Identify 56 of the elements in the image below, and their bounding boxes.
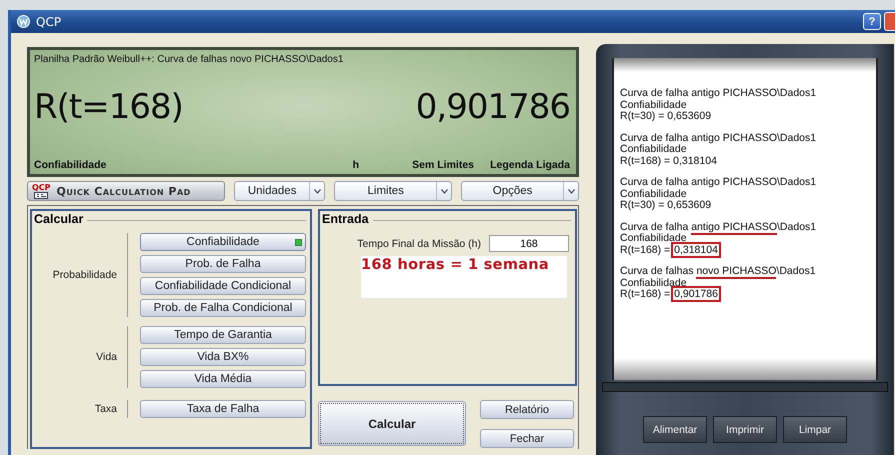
close-button[interactable] xyxy=(884,12,895,31)
calculation-toggle-button[interactable]: Vida Média xyxy=(140,370,306,388)
group-title: Calcular xyxy=(34,212,84,226)
calculation-toggle-button[interactable]: Taxa de Falha xyxy=(140,400,306,418)
source-label: Planilha Padrão Weibull++: Curva de falhas novo PICHASSO\Dados1 xyxy=(34,54,344,65)
entry-measure-text: Confiabilidade xyxy=(620,188,688,200)
group-title: Entrada xyxy=(322,212,369,226)
calculation-toggle-button[interactable]: Prob. de Falha Condicional xyxy=(140,299,306,317)
tape-button[interactable]: Limpar xyxy=(783,416,847,443)
expression-text: R(t=168) xyxy=(34,87,183,127)
entry-source-text: Curva de falha antigo PICHASSO\Dados1 xyxy=(620,222,818,233)
entry-result-text: R(t=168) = 0,318104 xyxy=(620,156,718,167)
entry-measure-text: Confiabilidade xyxy=(620,233,688,244)
group-label: Vida xyxy=(96,351,117,363)
caret-icon xyxy=(568,188,575,194)
entry-source-text: Curva de falha antigo PICHASSO\Dados1 xyxy=(620,177,818,188)
group-label: Taxa xyxy=(94,403,117,415)
entry-result-text: R(t=30) = 0,653609 xyxy=(620,111,712,122)
dropdown-button[interactable]: Limites xyxy=(334,181,452,201)
tape-button[interactable]: Alimentar xyxy=(643,416,707,443)
entry-result-text: R(t=168) = 0,318104 xyxy=(620,244,870,256)
status-label: Legenda Ligada xyxy=(489,159,570,171)
caret-icon xyxy=(314,188,321,194)
entry-result-text: R(t=168) = 0,901786 xyxy=(620,289,870,300)
dropdown-button[interactable]: Unidades xyxy=(234,181,326,201)
entry-source-text: Curva de falha antigo PICHASSO\Dados1 xyxy=(620,88,818,100)
dropdown-button[interactable]: Opções xyxy=(461,181,580,201)
calculate-button[interactable]: Calcular xyxy=(318,401,466,446)
field-label: Tempo Final da Missão (h) xyxy=(357,238,481,250)
app-icon xyxy=(17,15,30,28)
entry-measure-text: Confiabilidade xyxy=(620,144,688,156)
annotation-note: 168 horas = 1 semana xyxy=(361,257,550,273)
report-button[interactable]: Relatório xyxy=(480,400,574,419)
status-label: Confiabilidade xyxy=(34,159,108,171)
entry-result-text: R(t=30) = 0,653609 xyxy=(620,200,712,212)
window-title: QCP xyxy=(36,14,62,28)
qcp-logo: QCP xyxy=(32,184,51,198)
mission-time-field[interactable]: 168 xyxy=(489,235,569,252)
calculation-toggle-button[interactable]: Prob. de Falha xyxy=(140,255,306,273)
help-button[interactable]: ? xyxy=(863,13,881,30)
calculation-toggle-button[interactable]: Tempo de Garantia xyxy=(140,326,306,344)
calculation-toggle-button[interactable]: Confiabilidade Condicional xyxy=(140,277,306,295)
entry-measure-text: Confiabilidade xyxy=(620,100,688,111)
result-value: 0,901786 xyxy=(416,87,570,127)
status-label: Sem Limites xyxy=(411,159,474,171)
status-label: h xyxy=(352,159,359,171)
close-button[interactable]: Fechar xyxy=(480,429,574,448)
group-label: Probabilidade xyxy=(52,269,117,281)
caret-icon xyxy=(440,188,448,194)
entry-measure-text: Confiabilidade xyxy=(620,278,688,289)
entry-source-text: Curva de falhas novo PICHASSO\Dados1 xyxy=(620,266,817,278)
entry-source-text: Curva de falha antigo PICHASSO\Dados1 xyxy=(620,132,818,144)
tape-button[interactable]: Imprimir xyxy=(713,416,777,443)
calculation-toggle-button[interactable]: Vida BX% xyxy=(140,348,306,366)
quick-calculation-pad-button[interactable]: QCP Quick Calculation Pad xyxy=(27,181,226,201)
calculation-toggle-button[interactable]: Confiabilidade xyxy=(140,233,306,251)
